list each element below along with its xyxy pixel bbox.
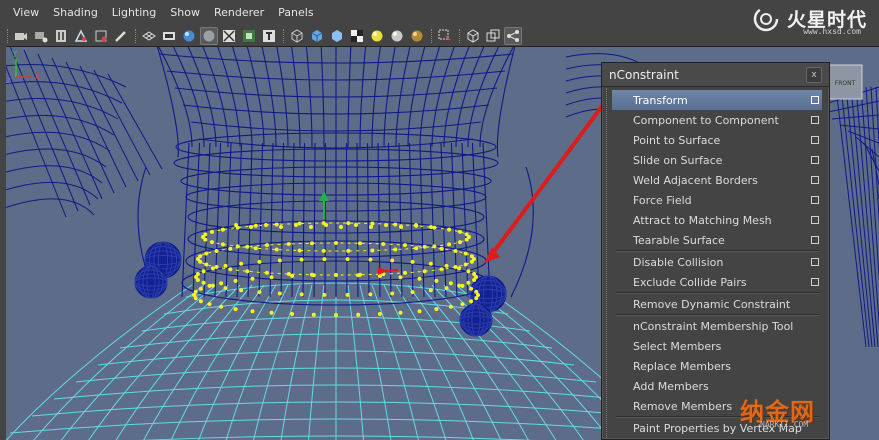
default-material-icon[interactable] xyxy=(328,27,346,45)
field-chart-icon[interactable] xyxy=(200,27,218,45)
menu-item-label: Exclude Collide Pairs xyxy=(633,275,747,289)
menu-item-select-members[interactable]: Select Members xyxy=(612,336,822,356)
close-button[interactable]: x xyxy=(806,67,822,83)
panel-toolbar xyxy=(0,26,600,46)
menu-item-disable-collision[interactable]: Disable Collision xyxy=(612,252,822,272)
image-plane-icon[interactable] xyxy=(72,27,90,45)
menu-item-label: Select Members xyxy=(633,339,722,353)
menu-item-point-to-surface[interactable]: Point to Surface xyxy=(612,130,822,150)
option-box-icon[interactable] xyxy=(811,156,819,164)
logo: 火星时代 www.hxsd.com xyxy=(751,2,871,38)
nconstraint-title: nConstraint xyxy=(609,67,679,82)
menu-item-label: Tearable Surface xyxy=(633,233,725,247)
menu-item-force-field[interactable]: Force Field xyxy=(612,190,822,210)
safe-action-icon[interactable] xyxy=(220,27,238,45)
toolbar-separator xyxy=(280,28,288,44)
menu-item-attract-to-matching-mesh[interactable]: Attract to Matching Mesh xyxy=(612,210,822,230)
menu-item-transform[interactable]: Transform xyxy=(612,90,822,110)
menu-renderer[interactable]: Renderer xyxy=(207,0,271,26)
option-box-icon[interactable] xyxy=(811,116,819,124)
grid-icon[interactable] xyxy=(140,27,158,45)
view-cube-label: FRONT xyxy=(835,80,856,87)
shadows-icon[interactable] xyxy=(388,27,406,45)
logo-url: www.hxsd.com xyxy=(803,27,861,36)
safe-title-icon[interactable] xyxy=(240,27,258,45)
toolbar-separator xyxy=(456,28,464,44)
wireframe-icon[interactable] xyxy=(288,27,306,45)
menu-item-remove-dynamic-constraint[interactable]: Remove Dynamic Constraint xyxy=(612,294,822,314)
nconstraint-items: Transform Component to Component Point to … xyxy=(612,90,822,438)
menu-item-label: nConstraint Membership Tool xyxy=(633,319,794,333)
xray-icon[interactable] xyxy=(464,27,482,45)
axis-z-label: Z xyxy=(6,77,11,85)
logo-swirl-icon xyxy=(753,6,779,32)
menu-item-weld-adjacent-borders[interactable]: Weld Adjacent Borders xyxy=(612,170,822,190)
menu-item-label: Add Members xyxy=(633,379,709,393)
watermark-sub: NARKII.COM xyxy=(760,420,809,429)
menu-item-tearable-surface[interactable]: Tearable Surface xyxy=(612,230,822,250)
menu-item-label: Transform xyxy=(633,93,688,107)
option-box-icon[interactable] xyxy=(811,196,819,204)
toolbar-separator xyxy=(4,28,12,44)
menu-show[interactable]: Show xyxy=(163,0,207,26)
axis-x-label: X xyxy=(34,73,40,83)
grease-pencil-icon[interactable] xyxy=(112,27,130,45)
tear-off-handle[interactable] xyxy=(606,88,611,438)
menu-item-label: Remove Dynamic Constraint xyxy=(633,297,791,311)
menu-item-label: Replace Members xyxy=(633,359,731,373)
menu-item-label: Component to Component xyxy=(633,113,779,127)
menu-item-nconstraint-membership-tool[interactable]: nConstraint Membership Tool xyxy=(612,316,822,336)
option-box-icon[interactable] xyxy=(811,216,819,224)
text-icon[interactable] xyxy=(260,27,278,45)
menu-item-label: Slide on Surface xyxy=(633,153,723,167)
toolbar-separator xyxy=(132,28,140,44)
nconstraint-title-bar[interactable]: nConstraint x xyxy=(602,63,829,87)
menu-item-component-to-component[interactable]: Component to Component xyxy=(612,110,822,130)
bookmark-icon[interactable] xyxy=(52,27,70,45)
use-all-lights-icon[interactable] xyxy=(368,27,386,45)
ambient-occlusion-icon[interactable] xyxy=(408,27,426,45)
axis-gizmo-icon: Y X Z xyxy=(6,50,40,85)
two-d-pan-icon[interactable] xyxy=(92,27,110,45)
toolbar-separator xyxy=(428,28,436,44)
watermark: 纳金网 NARKII.COM xyxy=(740,392,870,432)
option-box-icon[interactable] xyxy=(811,278,819,286)
menu-item-label: Disable Collision xyxy=(633,255,724,269)
camera-attributes-icon[interactable] xyxy=(32,27,50,45)
option-box-icon[interactable] xyxy=(811,236,819,244)
menu-item-label: Force Field xyxy=(633,193,692,207)
smooth-shade-icon[interactable] xyxy=(308,27,326,45)
menu-view[interactable]: View xyxy=(6,0,46,26)
menu-item-label: Attract to Matching Mesh xyxy=(633,213,772,227)
resolution-gate-icon[interactable] xyxy=(180,27,198,45)
xray-active-icon[interactable] xyxy=(504,27,522,45)
viewport-menubar: View Shading Lighting Show Renderer Pane… xyxy=(0,0,879,26)
option-box-icon[interactable] xyxy=(811,176,819,184)
option-box-icon[interactable] xyxy=(811,258,819,266)
menu-item-label: Remove Members xyxy=(633,399,733,413)
film-gate-icon[interactable] xyxy=(160,27,178,45)
axis-y-label: Y xyxy=(11,50,18,60)
menu-item-exclude-collide-pairs[interactable]: Exclude Collide Pairs xyxy=(612,272,822,292)
menu-item-slide-on-surface[interactable]: Slide on Surface xyxy=(612,150,822,170)
menu-item-label: Weld Adjacent Borders xyxy=(633,173,758,187)
camera-select-icon[interactable] xyxy=(12,27,30,45)
option-box-icon[interactable] xyxy=(811,96,819,104)
menu-lighting[interactable]: Lighting xyxy=(105,0,163,26)
menu-item-replace-members[interactable]: Replace Members xyxy=(612,356,822,376)
textured-icon[interactable] xyxy=(348,27,366,45)
option-box-icon[interactable] xyxy=(811,136,819,144)
nconstraint-menu: nConstraint x Transform Component to Comp… xyxy=(601,62,830,440)
isolate-select-icon[interactable] xyxy=(436,27,454,45)
menu-shading[interactable]: Shading xyxy=(46,0,105,26)
menu-panels[interactable]: Panels xyxy=(271,0,320,26)
menu-item-label: Point to Surface xyxy=(633,133,721,147)
xray-joints-icon[interactable] xyxy=(484,27,502,45)
